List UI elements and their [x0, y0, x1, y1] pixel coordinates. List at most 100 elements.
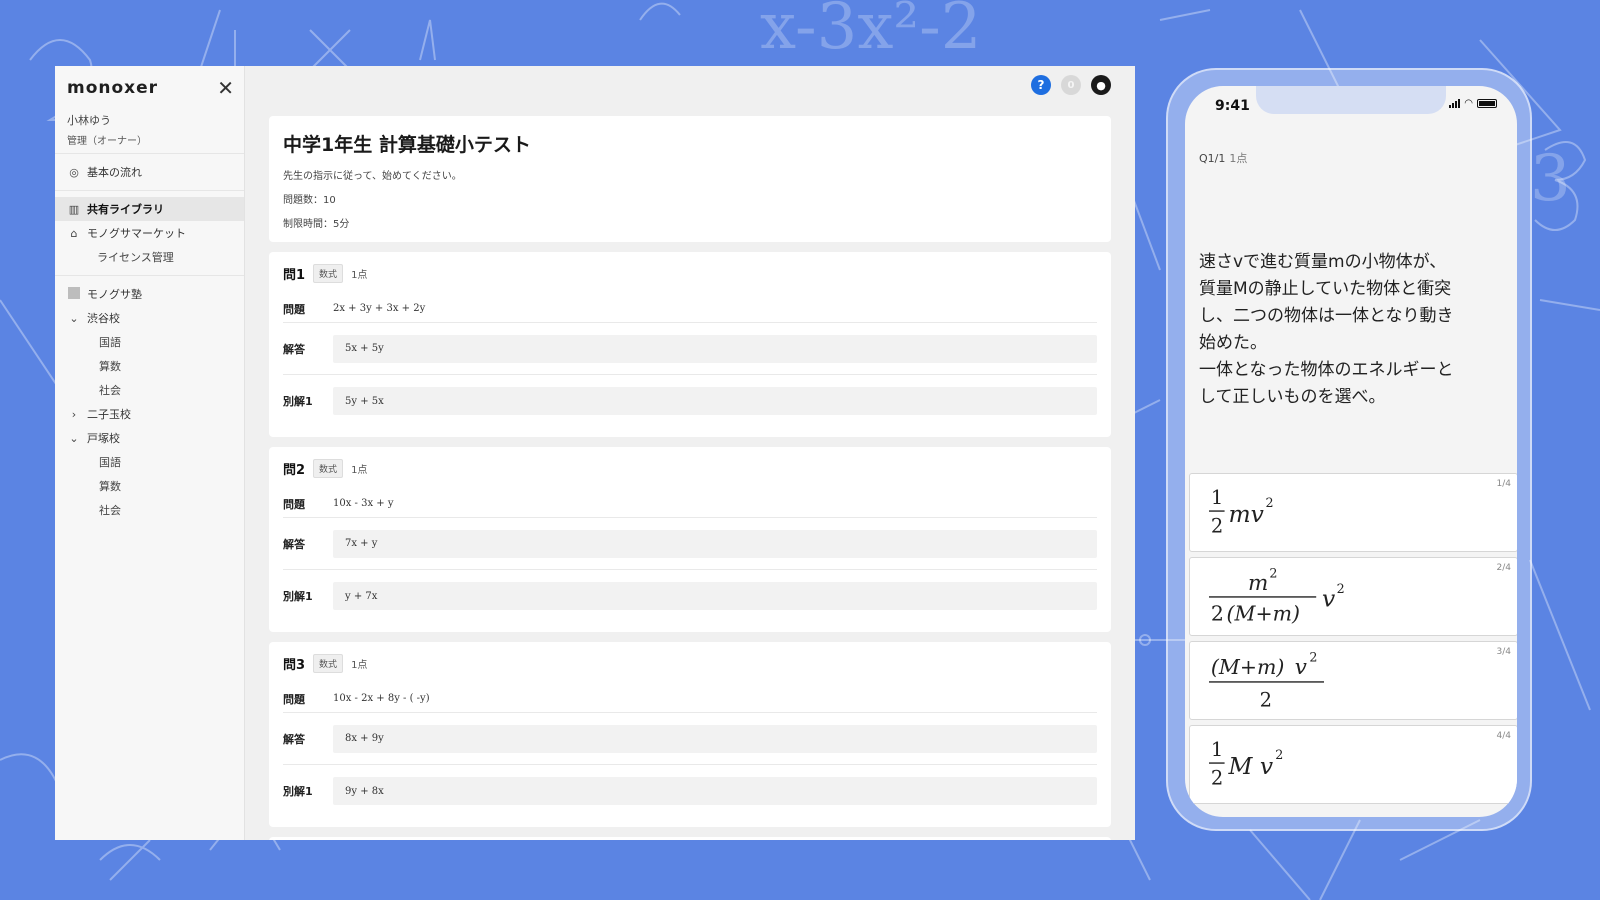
svg-text:1: 1	[1211, 738, 1223, 761]
question-number: 問2	[283, 463, 306, 478]
alternative-label: 別解1	[283, 785, 313, 798]
question-index: Q1/1 1点	[1199, 150, 1247, 166]
sidebar-item-label: モノグサマーケット	[87, 227, 186, 240]
question-type-badge: 数式	[313, 264, 344, 283]
choice-formula: (M+m) v 2 2	[1208, 649, 1324, 711]
answer-choice[interactable]: 1/4 1 2 mv 2	[1189, 473, 1517, 552]
sidebar-item-subject[interactable]: 算数	[55, 354, 244, 378]
question-header: 問1 数式 1点	[283, 264, 1097, 283]
alternative-answer-field[interactable]: 9y + 8x	[333, 777, 1097, 805]
sidebar-item-shared-library[interactable]: ▥ 共有ライブラリ	[55, 197, 244, 221]
sidebar-item-label: モノグサ塾	[87, 288, 142, 301]
phone-mockup: 9:41 ◠ Q1/1 1点 速さvで進む質量mの小物体が、 質量Mの静止していた…	[1166, 68, 1532, 831]
answer-choice[interactable]: 4/4 1 2 M v 2	[1189, 725, 1517, 804]
sidebar-item-label: 共有ライブラリ	[87, 203, 164, 216]
svg-text:2: 2	[1211, 766, 1223, 789]
question-card: 問3 数式 1点 問題 10x - 2x + 8y - ( -y) 解答 8x …	[269, 642, 1111, 827]
user-role: 管理（オーナー）	[67, 136, 147, 147]
alternative-answer-field[interactable]: y + 7x	[333, 582, 1097, 610]
svg-text:3: 3	[1530, 142, 1571, 216]
sidebar-item-license[interactable]: ライセンス管理	[55, 245, 244, 269]
alternative-answer-field[interactable]: 5y + 5x	[333, 387, 1097, 415]
sidebar-item-subject[interactable]: 社会	[55, 378, 244, 402]
svg-text:2: 2	[1211, 514, 1223, 537]
sidebar-item-basic-flow[interactable]: ◎ 基本の流れ	[55, 160, 244, 184]
answer-choice[interactable]: 3/4 (M+m) v 2 2	[1189, 641, 1517, 720]
page-title: 中学1年生 計算基礎小テスト	[283, 134, 531, 156]
close-sidebar-icon[interactable]: ✕	[217, 78, 234, 98]
answer-label: 解答	[283, 342, 305, 356]
chevron-down-icon: ⌄	[69, 431, 79, 445]
sidebar-item-subject[interactable]: 算数	[55, 474, 244, 498]
answer-row: 解答 5x + 5y	[283, 323, 1097, 375]
sidebar-item-market[interactable]: ⌂ モノグサマーケット	[55, 221, 244, 245]
sidebar-item-branch-futakotamagawa[interactable]: › 二子玉校	[55, 402, 244, 426]
question-row: 問題 10x - 2x + 8y - ( -y)	[283, 685, 1097, 713]
user-name: 小林ゆう	[67, 114, 111, 127]
question-number: 問1	[283, 268, 306, 283]
question-row: 問題 2x + 3y + 3x + 2y	[283, 295, 1097, 323]
sidebar-item-subject[interactable]: 国語	[55, 450, 244, 474]
question-number: 問3	[283, 658, 306, 673]
sidebar-item-subject[interactable]: 国語	[55, 330, 244, 354]
question-card: 問1 数式 1点 問題 2x + 3y + 3x + 2y 解答 5x + 5y…	[269, 252, 1111, 437]
question-header: 問2 数式 1点	[283, 459, 1097, 478]
question-line: して正しいものを選べ。	[1199, 387, 1386, 407]
help-icon[interactable]: ?	[1031, 75, 1051, 95]
question-label: 問題	[283, 692, 305, 706]
desktop-app-window: monoxer ✕ 小林ゆう 管理（オーナー） ◎ 基本の流れ ▥ 共有ライブラ…	[55, 66, 1135, 840]
answer-label: 解答	[283, 732, 305, 746]
svg-text:m: m	[1248, 571, 1268, 596]
svg-text:(M+m): (M+m)	[1227, 601, 1300, 625]
question-type-badge: 数式	[313, 459, 344, 478]
sidebar-item-subject[interactable]: 社会	[55, 498, 244, 522]
answer-field[interactable]: 5x + 5y	[333, 334, 1097, 363]
question-points: 1点	[351, 660, 368, 671]
question-expression: 10x - 2x + 8y - ( -y)	[333, 693, 430, 704]
alternative-label: 別解1	[283, 590, 313, 603]
svg-text:2: 2	[1266, 495, 1274, 510]
question-row: 問題 10x - 3x + y	[283, 490, 1097, 518]
question-card: 問2 数式 1点 問題 10x - 3x + y 解答 7x + y 別解1 y…	[269, 447, 1111, 632]
sidebar-item-branch-shibuya[interactable]: ⌄ 渋谷校	[55, 306, 244, 330]
sidebar-item-school[interactable]: モノグサ塾	[55, 282, 244, 306]
question-points: 1点	[1229, 152, 1248, 165]
question-index-label: Q1/1	[1199, 152, 1226, 165]
sidebar: monoxer ✕ 小林ゆう 管理（オーナー） ◎ 基本の流れ ▥ 共有ライブラ…	[55, 66, 245, 840]
sidebar-section-school: モノグサ塾 ⌄ 渋谷校 国語 算数 社会 › 二子玉校 ⌄ 戸塚校 国語 算数 …	[55, 276, 244, 528]
svg-text:v: v	[1295, 655, 1307, 680]
question-line: 速さvで進む質量mの小物体が、	[1199, 252, 1447, 272]
question-points: 1点	[351, 270, 368, 281]
choice-formula: 1 2 mv 2	[1208, 486, 1274, 537]
phone-screen: 9:41 ◠ Q1/1 1点 速さvで進む質量mの小物体が、 質量Mの静止していた…	[1185, 86, 1517, 817]
question-text: 速さvで進む質量mの小物体が、 質量Mの静止していた物体と衝突 し、二つの物体は…	[1199, 249, 1504, 411]
choice-formula: m 2 2 (M+m) v 2	[1208, 565, 1345, 625]
choice-formula: 1 2 M v 2	[1208, 738, 1283, 789]
answer-label: 解答	[283, 537, 305, 551]
answer-field[interactable]: 7x + y	[333, 529, 1097, 558]
notification-icon[interactable]: 0	[1061, 75, 1081, 95]
top-bar: ? 0 ●	[245, 66, 1135, 104]
test-content: 中学1年生 計算基礎小テスト 先生の指示に従って、始めてください。 問題数：10…	[245, 104, 1135, 840]
sidebar-item-branch-totsuka[interactable]: ⌄ 戸塚校	[55, 426, 244, 450]
answer-field[interactable]: 8x + 9y	[333, 724, 1097, 753]
check-circle-icon: ◎	[69, 165, 79, 179]
svg-text:2: 2	[1337, 581, 1345, 596]
app-logo: monoxer	[67, 78, 159, 98]
answer-choice[interactable]: 2/4 m 2 2 (M+m) v 2	[1189, 557, 1517, 636]
question-points: 1点	[351, 465, 368, 476]
time-limit: 制限時間：5分	[283, 219, 350, 230]
question-line: 一体となった物体のエネルギーと	[1199, 360, 1454, 380]
alternative-answer-row: 別解1 9y + 8x	[283, 765, 1097, 817]
account-icon[interactable]: ●	[1091, 75, 1111, 95]
svg-text:v: v	[1322, 585, 1335, 613]
question-label: 問題	[283, 497, 305, 511]
sidebar-section-library: ▥ 共有ライブラリ ⌂ モノグサマーケット ライセンス管理	[55, 191, 244, 276]
question-count: 問題数：10	[283, 195, 336, 206]
sidebar-item-label: 戸塚校	[87, 432, 120, 445]
alternative-answer-row: 別解1 y + 7x	[283, 570, 1097, 622]
svg-text:2: 2	[1211, 601, 1224, 625]
question-card-partial	[269, 837, 1111, 840]
svg-text:2: 2	[1260, 688, 1272, 711]
svg-text:2: 2	[1309, 649, 1317, 664]
